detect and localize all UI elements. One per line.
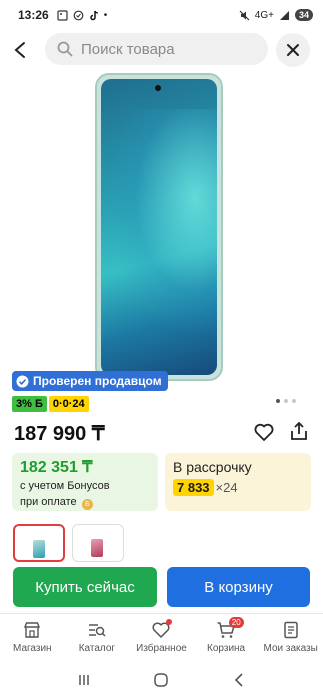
- seller-badge-label: Проверен продавцом: [33, 374, 162, 388]
- nav-item-store[interactable]: Магазин: [0, 614, 65, 661]
- nav-label-catalog: Каталог: [78, 643, 116, 654]
- close-icon: [287, 44, 299, 56]
- tiktok-icon: [89, 10, 98, 20]
- status-time: 13:26: [18, 8, 49, 22]
- orders-icon: [283, 621, 298, 639]
- verified-seller-badge: Проверен продавцом: [12, 371, 168, 391]
- variant-thumbnail[interactable]: [72, 524, 124, 562]
- system-navigation: [0, 666, 323, 694]
- status-bar: 13:26 • 4G+ 34: [0, 0, 323, 30]
- installment-card[interactable]: В рассрочку 7 833 ×24: [165, 453, 311, 511]
- installment-line: 7 833 ×24: [173, 479, 303, 496]
- product-price: 187 990 ₸: [14, 423, 105, 445]
- recent-apps-icon[interactable]: [76, 672, 92, 688]
- battery-icon: 34: [294, 9, 313, 21]
- search-icon: [57, 41, 73, 57]
- bonus-price: 182 351 ₸: [20, 459, 93, 476]
- home-icon[interactable]: [153, 672, 169, 688]
- pager-dot: [284, 399, 288, 403]
- heart-icon: [254, 423, 274, 441]
- dot-icon: •: [103, 9, 108, 21]
- variant-thumbnail-selected[interactable]: [13, 524, 65, 562]
- nav-label-favorites: Избранное: [136, 643, 187, 654]
- nav-item-favorites[interactable]: Избранное: [129, 614, 194, 661]
- search-bar[interactable]: [45, 33, 268, 65]
- buy-now-button[interactable]: Купить сейчас: [13, 567, 157, 607]
- installment-tag: 0·0·24: [48, 396, 89, 412]
- header: [0, 33, 323, 67]
- search-input[interactable]: [81, 40, 251, 58]
- mute-icon: [239, 10, 250, 20]
- installment-label: В рассрочку: [173, 459, 252, 475]
- product-image[interactable]: [60, 70, 260, 388]
- cart-count-badge: 20: [228, 617, 244, 628]
- bonus-note-line1: с учетом Бонусов: [20, 480, 110, 492]
- bonus-note-line2-row: при оплате Б: [20, 495, 150, 510]
- back-icon[interactable]: [231, 672, 247, 688]
- status-left-icons: •: [57, 9, 108, 21]
- favorite-button[interactable]: [253, 421, 275, 443]
- promo-tags: 3% Б 0·0·24: [12, 396, 89, 412]
- nav-item-cart[interactable]: 20 Корзина: [194, 614, 259, 661]
- pager-dot: [292, 399, 296, 403]
- back-arrow-icon: [14, 42, 25, 58]
- share-button[interactable]: [288, 420, 310, 442]
- verified-check-icon: [16, 375, 29, 387]
- nav-item-catalog[interactable]: Каталог: [65, 614, 130, 661]
- installment-monthly: 7 833: [173, 479, 214, 496]
- phone-image: [95, 73, 223, 381]
- pager-dot: [276, 399, 280, 403]
- catalog-icon: [88, 624, 106, 637]
- variant-phone-image: [91, 539, 103, 557]
- bonus-note-line2: при оплате: [20, 496, 77, 508]
- installment-months: ×24: [215, 480, 238, 495]
- messenger-icon: [73, 10, 84, 20]
- phone-screen: [101, 79, 217, 375]
- phone-camera: [155, 85, 161, 91]
- nav-item-orders[interactable]: Мои заказы: [258, 614, 323, 661]
- image-pager-dots: [276, 399, 296, 403]
- status-right-icons: 4G+ 34: [239, 9, 313, 21]
- bottom-navigation: Магазин Каталог Избранное 20 Корзина Мои…: [0, 613, 323, 661]
- gallery-icon: [57, 9, 68, 21]
- back-button[interactable]: [0, 33, 40, 67]
- bonus-price-card[interactable]: 182 351 ₸ с учетом Бонусов при оплате Б: [12, 453, 158, 511]
- store-icon: [24, 622, 41, 638]
- nav-label-orders: Мои заказы: [263, 643, 318, 654]
- add-to-cart-button[interactable]: В корзину: [167, 567, 310, 607]
- close-button[interactable]: [276, 33, 310, 67]
- bonus-percent-tag: 3% Б: [12, 396, 47, 412]
- signal-icon: [279, 10, 289, 20]
- bonus-coin-icon: Б: [81, 499, 93, 510]
- network-label: 4G+: [254, 9, 274, 21]
- nav-label-cart: Корзина: [207, 643, 246, 654]
- share-icon: [291, 421, 307, 440]
- nav-label-store: Магазин: [13, 643, 52, 654]
- variant-phone-image: [33, 540, 45, 558]
